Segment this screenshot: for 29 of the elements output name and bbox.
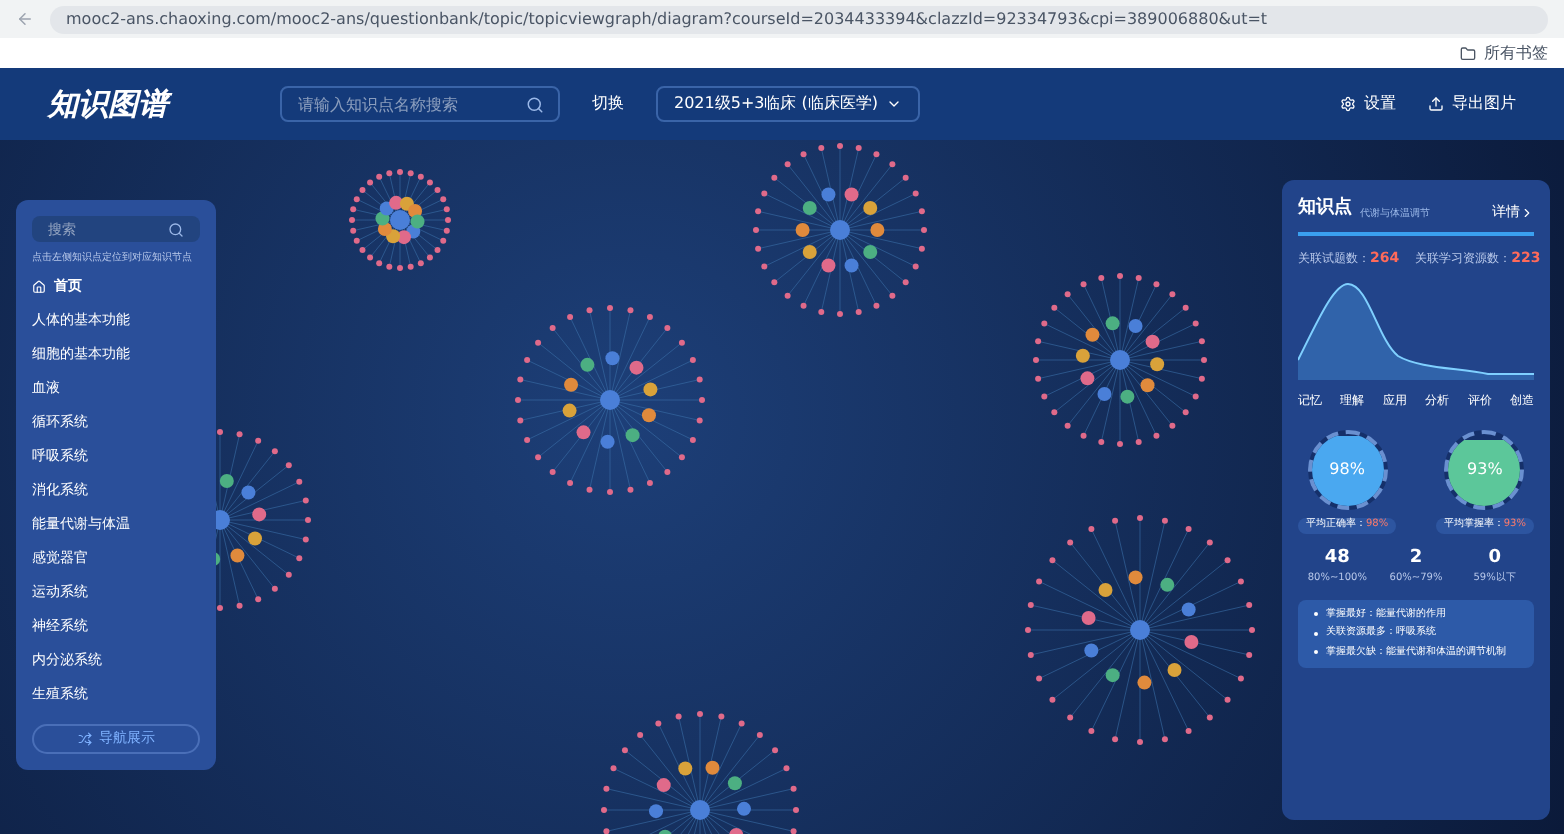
header-action[interactable]: 导出图片	[1428, 92, 1516, 116]
gauge-value: 93%	[1465, 458, 1505, 482]
upload-icon	[1428, 96, 1444, 112]
header-action[interactable]: 设置	[1340, 92, 1396, 116]
class-dropdown[interactable]: 2021级5+3临床 (临床医学)	[656, 86, 921, 122]
address-bar[interactable]: mooc2-ans.chaoxing.com/mooc2-ans/questionbank/topic/topicviewgraph/diagram?courseId=2034433394&clazzId=92334793&cpi=389006880&ut=t	[50, 5, 1548, 33]
count-value: 48	[1324, 545, 1350, 571]
count-value: 0	[1488, 545, 1501, 571]
graph-node-cluster[interactable]	[515, 305, 705, 495]
caret-icon	[886, 96, 903, 112]
graph-node-cluster[interactable]	[601, 711, 799, 834]
bookmark-folder[interactable]: 所有书签	[1484, 41, 1548, 65]
graph-node-cluster[interactable]	[1025, 515, 1255, 745]
switch-label: 切换	[592, 92, 624, 116]
gauge-value: 98%	[1327, 458, 1367, 482]
settings-icon	[1340, 96, 1356, 112]
panel-title: 知识点	[1298, 196, 1352, 222]
search-icon[interactable]	[168, 221, 184, 237]
search-icon[interactable]	[526, 95, 544, 113]
count-value: 2	[1409, 545, 1423, 571]
app-logo: 知识图谱	[48, 81, 248, 127]
shuffle-icon	[77, 732, 91, 746]
graph-node-cluster[interactable]	[1033, 273, 1207, 447]
chevron-icon	[1520, 205, 1534, 220]
search-field[interactable]: 请输入知识点名称搜索	[280, 86, 560, 122]
folder-icon[interactable]	[1460, 45, 1476, 61]
graph-node-cluster[interactable]	[753, 143, 927, 317]
graph-node-cluster[interactable]	[349, 169, 451, 271]
home-icon	[32, 280, 46, 294]
